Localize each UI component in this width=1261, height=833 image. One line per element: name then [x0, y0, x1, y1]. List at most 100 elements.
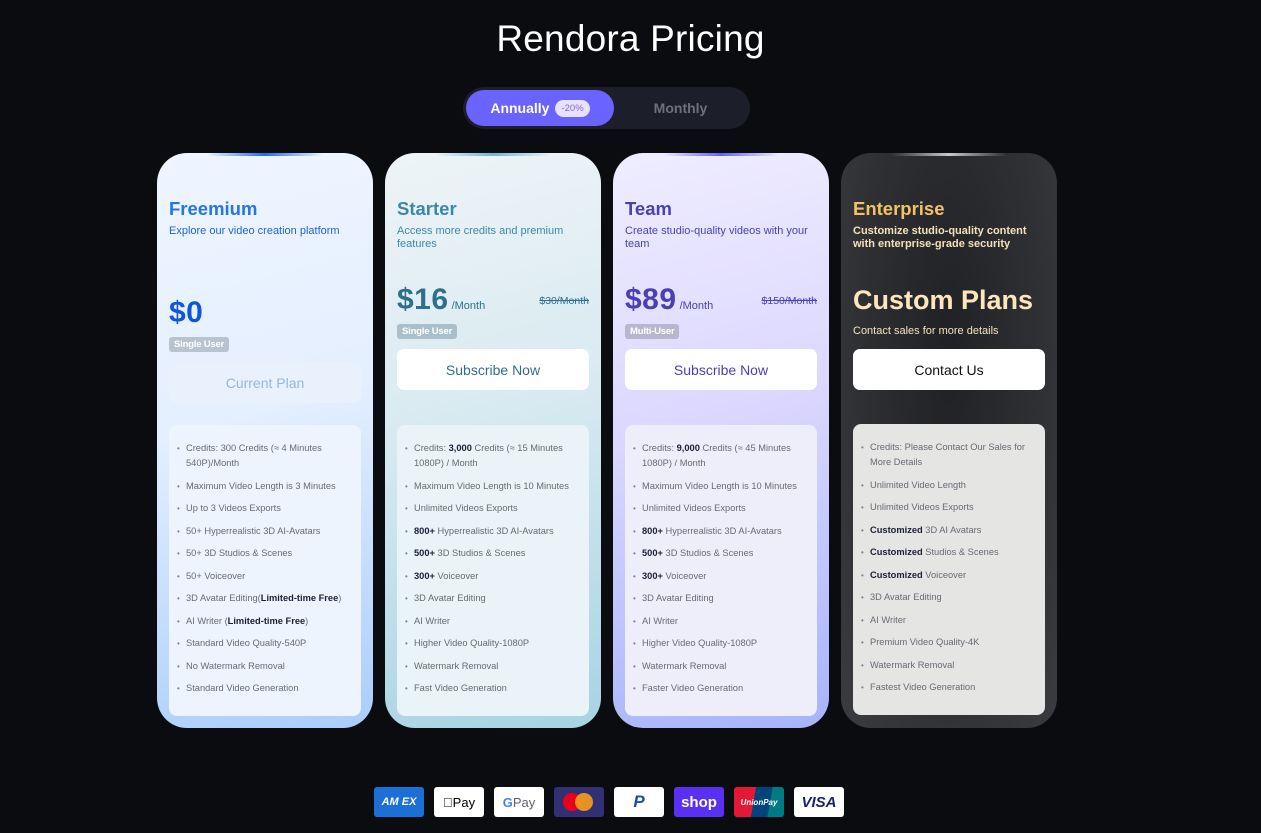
plan-card-starter: Starter Access more credits and premium …: [385, 153, 601, 728]
payment-methods: AM EX  Pay GPay P shop UnionPay VISA: [374, 787, 844, 817]
bullet-icon: •: [405, 444, 408, 453]
original-price: $150/Month: [761, 295, 817, 307]
feature-text: 300+ Voiceover: [414, 570, 479, 581]
bullet-icon: •: [861, 615, 864, 625]
feature-item: • Unlimited Video Length: [861, 478, 1039, 493]
feature-item: • Maximum Video Length is 10 Minutes: [405, 479, 583, 494]
feature-item: • 3D Avatar Editing(Limited-time Free): [177, 591, 355, 606]
feature-item: • 3D Avatar Editing: [405, 591, 583, 606]
feature-item: • Customized Voiceover: [861, 568, 1039, 583]
feature-text: Standard Video Quality-540P: [186, 638, 307, 648]
bullet-icon: •: [633, 571, 636, 581]
user-type-badge: Multi-User: [625, 324, 680, 339]
feature-item: • Higher Video Quality-1080P: [633, 636, 811, 651]
feature-text: 3D Avatar Editing: [642, 593, 714, 603]
bullet-icon: •: [177, 444, 180, 453]
bullet-icon: •: [405, 504, 408, 513]
plan-description: Create studio-quality videos with your t…: [625, 225, 808, 250]
feature-text: Credits: 3,000 Credits (≈ 15 Minutes 108…: [414, 443, 563, 468]
feature-text: Maximum Video Length is 10 Minutes: [414, 480, 569, 491]
feature-text: AI Writer: [870, 614, 906, 625]
feature-text: Higher Video Quality-1080P: [414, 638, 530, 648]
subscribe-starter-button[interactable]: Subscribe Now: [397, 349, 589, 390]
bullet-icon: •: [177, 526, 180, 536]
feature-text: Watermark Removal: [642, 660, 727, 671]
feature-text: Credits: 9,000 Credits (≈ 45 Minutes 108…: [642, 443, 791, 468]
bullet-icon: •: [177, 504, 180, 513]
toggle-annually-label: Annually: [490, 100, 550, 116]
bullet-icon: •: [177, 481, 180, 491]
current-plan-button[interactable]: Current Plan: [169, 362, 361, 403]
feature-item: • Standard Video Quality-540P: [177, 636, 355, 651]
toggle-monthly[interactable]: Monthly: [614, 90, 747, 126]
feature-text: 300+ Voiceover: [642, 570, 707, 581]
bullet-icon: •: [177, 661, 180, 671]
shop-pay-icon: shop: [674, 787, 724, 817]
feature-text: Up to 3 Videos Exports: [186, 503, 281, 513]
feature-text: 50+ Hyperrealistic 3D AI-Avatars: [186, 525, 321, 536]
feature-item: • 300+ Voiceover: [633, 569, 811, 584]
feature-text: No Watermark Removal: [186, 660, 285, 671]
feature-text: Fastest Video Generation: [870, 682, 976, 692]
subscribe-team-button[interactable]: Subscribe Now: [625, 349, 817, 390]
plan-price: Custom Plans: [853, 285, 1034, 315]
feature-text: Maximum Video Length is 3 Minutes: [186, 480, 336, 491]
bullet-icon: •: [861, 548, 864, 557]
bullet-icon: •: [177, 594, 180, 603]
price-row: $16 /Month $30/Month: [397, 283, 589, 321]
plan-price: $16: [397, 283, 449, 316]
feature-text: Unlimited Videos Exports: [414, 503, 518, 513]
feature-item: • 800+ Hyperrealistic 3D AI-Avatars: [405, 524, 583, 539]
price-row: $0: [169, 296, 361, 334]
unionpay-icon: UnionPay: [734, 787, 784, 817]
feature-item: • Credits: 9,000 Credits (≈ 45 Minutes 10…: [633, 441, 811, 471]
bullet-icon: •: [177, 639, 180, 648]
feature-text: Unlimited Videos Exports: [870, 502, 974, 512]
feature-item: • 50+ Voiceover: [177, 569, 355, 584]
feature-item: • AI Writer (Limited-time Free): [177, 614, 355, 629]
toggle-annually[interactable]: Annually -20%: [466, 90, 614, 126]
bullet-icon: •: [405, 549, 408, 558]
feature-text: Credits: 300 Credits (≈ 4 Minutes 540P)/…: [186, 443, 322, 468]
bullet-icon: •: [861, 480, 864, 490]
feature-text: 500+ 3D Studios & Scenes: [642, 548, 754, 558]
feature-item: • 3D Avatar Editing: [633, 591, 811, 606]
feature-item: • AI Writer: [861, 613, 1039, 628]
feature-text: Unlimited Videos Exports: [642, 503, 746, 513]
feature-item: • Watermark Removal: [633, 659, 811, 674]
bullet-icon: •: [633, 481, 636, 491]
price-period: /Month: [679, 300, 714, 312]
feature-text: 50+ Voiceover: [186, 570, 246, 581]
bullet-icon: •: [633, 504, 636, 513]
contact-us-button[interactable]: Contact Us: [853, 349, 1045, 390]
feature-text: 3D Avatar Editing: [414, 593, 486, 603]
feature-text: Maximum Video Length is 10 Minutes: [642, 480, 797, 491]
feature-text: Higher Video Quality-1080P: [642, 638, 758, 648]
pricing-cards: Freemium Explore our video creation plat…: [157, 153, 1057, 728]
plan-name: Freemium: [169, 198, 258, 219]
bullet-icon: •: [633, 549, 636, 558]
discount-badge: -20%: [555, 99, 590, 117]
bullet-icon: •: [861, 525, 864, 535]
user-type-badge: Single User: [169, 337, 230, 352]
feature-item: • 300+ Voiceover: [405, 569, 583, 584]
feature-item: • Unlimited Videos Exports: [861, 500, 1039, 515]
google-pay-icon: G Pay: [494, 787, 544, 817]
page-title: Rendora Pricing: [496, 18, 765, 59]
feature-list: • Credits: 3,000 Credits (≈ 15 Minutes 10…: [397, 425, 589, 716]
feature-text: Watermark Removal: [414, 660, 499, 671]
plan-card-enterprise: Enterprise Customize studio-quality cont…: [841, 153, 1057, 728]
bullet-icon: •: [405, 526, 408, 536]
feature-item: • Unlimited Videos Exports: [405, 501, 583, 516]
feature-text: Standard Video Generation: [186, 683, 299, 693]
bullet-icon: •: [861, 683, 864, 692]
feature-text: Credits: Please Contact Our Sales for Mo…: [870, 442, 1026, 467]
feature-item: • Credits: Please Contact Our Sales for M…: [861, 440, 1039, 470]
contact-note: Contact sales for more details: [853, 325, 999, 337]
feature-item: • Credits: 300 Credits (≈ 4 Minutes 540P)…: [177, 441, 355, 471]
feature-item: • 500+ 3D Studios & Scenes: [633, 546, 811, 561]
price-row: $89 /Month $150/Month: [625, 283, 817, 321]
feature-item: • No Watermark Removal: [177, 659, 355, 674]
bullet-icon: •: [633, 526, 636, 536]
feature-text: 3D Avatar Editing: [870, 592, 942, 602]
